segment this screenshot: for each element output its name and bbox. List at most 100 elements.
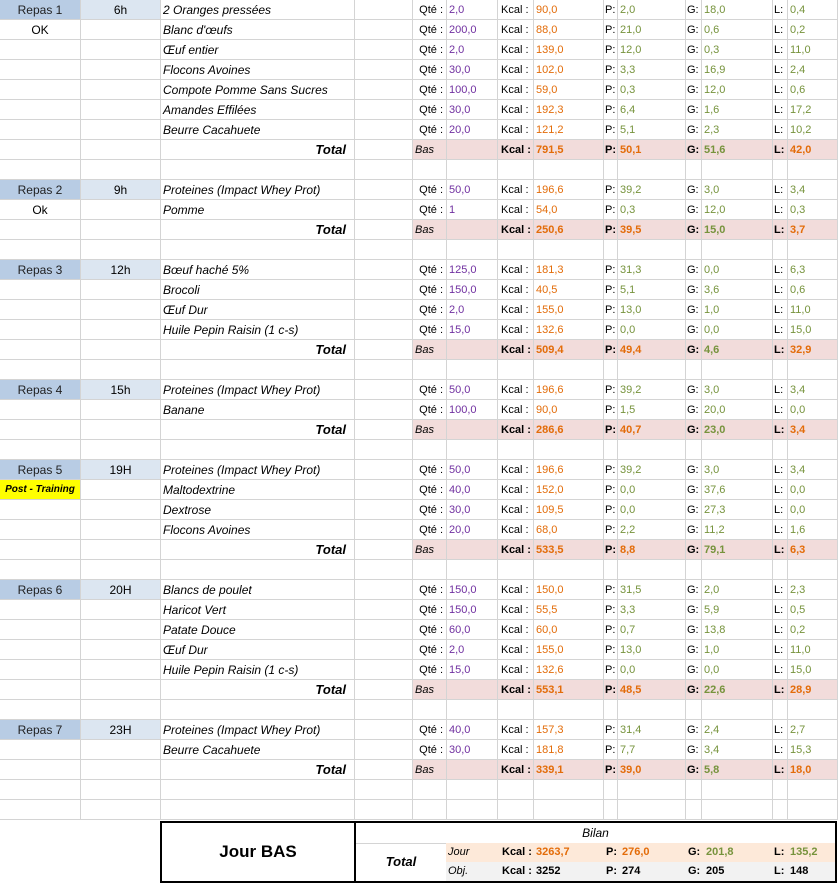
kcal-value[interactable]: 181,8 — [534, 740, 604, 760]
grid-cell[interactable] — [81, 600, 161, 620]
carbs-value[interactable]: 18,0 — [702, 0, 773, 20]
food-name[interactable]: Dextrose — [161, 500, 355, 520]
food-name[interactable]: Beurre Cacahuete — [161, 120, 355, 140]
total-kcal[interactable]: 509,4 — [534, 340, 604, 360]
grid-cell[interactable] — [161, 360, 355, 380]
grid-cell[interactable] — [447, 360, 498, 380]
grid-cell[interactable] — [534, 780, 604, 800]
grid-cell[interactable] — [702, 360, 773, 380]
carbs-value[interactable]: 1,6 — [702, 100, 773, 120]
fat-value[interactable]: 0,0 — [788, 480, 838, 500]
kcal-value[interactable]: 109,5 — [534, 500, 604, 520]
protein-value[interactable]: 5,1 — [618, 280, 686, 300]
food-name[interactable]: Banane — [161, 400, 355, 420]
grid-cell[interactable] — [161, 560, 355, 580]
grid-cell[interactable] — [161, 440, 355, 460]
total-carbs[interactable]: 4,6 — [702, 340, 773, 360]
food-name[interactable]: Proteines (Impact Whey Prot) — [161, 380, 355, 400]
total-kcal[interactable]: 286,6 — [534, 420, 604, 440]
qte-value[interactable]: 20,0 — [447, 120, 498, 140]
qte-value[interactable]: 50,0 — [447, 380, 498, 400]
grid-cell[interactable] — [413, 560, 447, 580]
grid-cell[interactable] — [686, 160, 702, 180]
grid-cell[interactable] — [81, 420, 161, 440]
qte-value[interactable]: 150,0 — [447, 280, 498, 300]
grid-cell[interactable] — [355, 300, 413, 320]
total-carbs[interactable]: 79,1 — [702, 540, 773, 560]
total-protein[interactable]: 8,8 — [618, 540, 686, 560]
protein-value[interactable]: 13,0 — [618, 300, 686, 320]
grid-cell[interactable] — [0, 640, 81, 660]
grid-cell[interactable] — [81, 320, 161, 340]
fat-value[interactable]: 3,4 — [788, 460, 838, 480]
carbs-value[interactable]: 3,0 — [702, 460, 773, 480]
grid-cell[interactable] — [702, 700, 773, 720]
carbs-value[interactable]: 3,0 — [702, 180, 773, 200]
meal-name[interactable]: Repas 2 — [0, 180, 81, 200]
fat-value[interactable]: 0,0 — [788, 500, 838, 520]
qte-value[interactable]: 2,0 — [447, 300, 498, 320]
grid-cell[interactable] — [355, 260, 413, 280]
grid-cell[interactable] — [81, 680, 161, 700]
grid-cell[interactable] — [355, 460, 413, 480]
protein-value[interactable]: 12,0 — [618, 40, 686, 60]
grid-cell[interactable] — [773, 160, 788, 180]
total-fat[interactable]: 18,0 — [788, 760, 838, 780]
grid-cell[interactable] — [604, 800, 618, 820]
grid-cell[interactable] — [355, 0, 413, 20]
grid-cell[interactable] — [355, 420, 413, 440]
meal-time[interactable]: 15h — [81, 380, 161, 400]
grid-cell[interactable] — [81, 560, 161, 580]
fat-value[interactable]: 0,5 — [788, 600, 838, 620]
grid-cell[interactable] — [413, 440, 447, 460]
kcal-value[interactable]: 196,6 — [534, 180, 604, 200]
grid-cell[interactable] — [686, 240, 702, 260]
food-name[interactable]: Proteines (Impact Whey Prot) — [161, 180, 355, 200]
meal-name[interactable]: Repas 6 — [0, 580, 81, 600]
grid-cell[interactable] — [355, 320, 413, 340]
grid-cell[interactable] — [81, 340, 161, 360]
grid-cell[interactable] — [788, 560, 838, 580]
grid-cell[interactable] — [447, 760, 498, 780]
fat-value[interactable]: 2,3 — [788, 580, 838, 600]
total-carbs[interactable]: 22,6 — [702, 680, 773, 700]
grid-cell[interactable] — [355, 160, 413, 180]
food-name[interactable]: Œuf entier — [161, 40, 355, 60]
grid-cell[interactable] — [498, 800, 534, 820]
carbs-value[interactable]: 0,6 — [702, 20, 773, 40]
grid-cell[interactable] — [604, 160, 618, 180]
grid-cell[interactable] — [447, 440, 498, 460]
grid-cell[interactable] — [81, 660, 161, 680]
protein-value[interactable]: 39,2 — [618, 180, 686, 200]
kcal-value[interactable]: 139,0 — [534, 40, 604, 60]
total-carbs[interactable]: 51,6 — [702, 140, 773, 160]
grid-cell[interactable] — [686, 800, 702, 820]
grid-cell[interactable] — [161, 160, 355, 180]
grid-cell[interactable] — [81, 480, 161, 500]
carbs-value[interactable]: 3,0 — [702, 380, 773, 400]
grid-cell[interactable] — [447, 160, 498, 180]
food-name[interactable]: Beurre Cacahuete — [161, 740, 355, 760]
total-protein[interactable]: 39,0 — [618, 760, 686, 780]
grid-cell[interactable] — [0, 320, 81, 340]
carbs-value[interactable]: 37,6 — [702, 480, 773, 500]
food-name[interactable]: Brocoli — [161, 280, 355, 300]
food-name[interactable]: Blancs de poulet — [161, 580, 355, 600]
carbs-value[interactable]: 20,0 — [702, 400, 773, 420]
meal-time[interactable]: 20H — [81, 580, 161, 600]
protein-value[interactable]: 3,3 — [618, 60, 686, 80]
grid-cell[interactable] — [0, 300, 81, 320]
fat-value[interactable]: 11,0 — [788, 300, 838, 320]
kcal-value[interactable]: 55,5 — [534, 600, 604, 620]
protein-value[interactable]: 13,0 — [618, 640, 686, 660]
grid-cell[interactable] — [355, 380, 413, 400]
total-kcal[interactable]: 250,6 — [534, 220, 604, 240]
food-name[interactable]: Huile Pepin Raisin (1 c-s) — [161, 320, 355, 340]
grid-cell[interactable] — [355, 60, 413, 80]
grid-cell[interactable] — [355, 580, 413, 600]
fat-value[interactable]: 0,6 — [788, 280, 838, 300]
food-name[interactable]: Flocons Avoines — [161, 60, 355, 80]
grid-cell[interactable] — [788, 800, 838, 820]
food-name[interactable]: Proteines (Impact Whey Prot) — [161, 720, 355, 740]
carbs-value[interactable]: 16,9 — [702, 60, 773, 80]
